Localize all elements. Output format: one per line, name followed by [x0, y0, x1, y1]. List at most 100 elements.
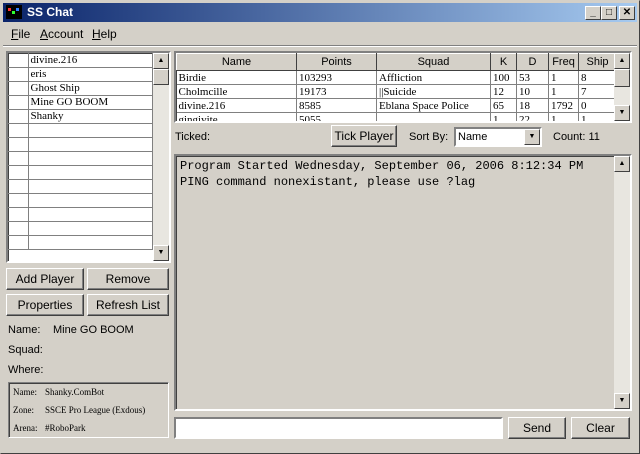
table-row[interactable]: gingivite 5055 1 22 1 1 — [176, 112, 617, 121]
properties-button[interactable]: Properties — [6, 294, 84, 316]
table-cell: 1 — [548, 112, 579, 121]
table-cell: 1 — [578, 112, 617, 121]
list-item[interactable]: divine.216 — [8, 53, 153, 68]
list-item[interactable] — [8, 165, 153, 180]
table-cell: ||Suicide — [376, 84, 491, 99]
list-item-marker — [8, 67, 29, 82]
maximize-button[interactable]: □ — [601, 6, 617, 20]
table-cell: 1 — [548, 70, 579, 85]
name-value: Mine GO BOOM — [53, 324, 134, 336]
minimize-button[interactable]: _ — [585, 6, 601, 20]
title-bar[interactable]: SS Chat _ □ ✕ — [3, 3, 637, 22]
log-scroll-up-arrow-icon[interactable]: ▲ — [614, 156, 630, 172]
table-cell: 8585 — [296, 98, 377, 113]
window-title: SS Chat — [27, 5, 74, 19]
scroll-thumb[interactable] — [153, 69, 169, 85]
where-label: Where: — [8, 364, 44, 376]
chevron-down-icon[interactable]: ▼ — [524, 129, 540, 145]
list-item[interactable] — [8, 179, 153, 194]
list-item-marker — [8, 221, 29, 236]
player-grid-scrollbar[interactable]: ▲ ▼ — [614, 53, 630, 121]
list-item-name — [28, 235, 153, 250]
log-scroll-down-arrow-icon[interactable]: ▼ — [614, 393, 630, 409]
log-line: Program Started Wednesday, September 06,… — [180, 159, 584, 173]
list-item[interactable] — [8, 193, 153, 208]
close-button[interactable]: ✕ — [619, 6, 635, 20]
menu-file[interactable]: File — [11, 27, 30, 41]
column-header[interactable]: Points — [296, 53, 377, 71]
list-item[interactable] — [8, 137, 153, 152]
list-item-name — [28, 123, 153, 138]
table-cell: 19173 — [296, 84, 377, 99]
list-item-name — [28, 179, 153, 194]
table-cell: 0 — [578, 98, 617, 113]
list-item[interactable] — [8, 207, 153, 222]
grid-scroll-down-arrow-icon[interactable]: ▼ — [614, 105, 630, 121]
sort-by-label: Sort By: — [409, 131, 449, 143]
menu-help[interactable]: Help — [92, 27, 117, 41]
player-list-table: divine.216 eris Ghost Ship Mine GO BOOM Shan… — [8, 53, 153, 250]
list-item-marker — [8, 235, 29, 250]
add-player-button[interactable]: Add Player — [6, 268, 84, 290]
list-item[interactable] — [8, 221, 153, 236]
column-header[interactable]: Freq — [548, 53, 579, 71]
sort-by-select[interactable]: Name ▼ — [454, 127, 542, 147]
list-item-marker — [8, 95, 29, 110]
list-item[interactable] — [8, 235, 153, 250]
sort-by-value: Name — [458, 131, 488, 143]
list-item[interactable]: Ghost Ship — [8, 81, 153, 96]
grid-scroll-up-arrow-icon[interactable]: ▲ — [614, 53, 630, 69]
player-list[interactable]: divine.216 eris Ghost Ship Mine GO BOOM Shan… — [6, 51, 171, 263]
list-item-marker — [8, 207, 29, 222]
table-cell: Cholmcille — [176, 84, 297, 99]
list-item-marker — [8, 53, 29, 68]
list-item[interactable] — [8, 151, 153, 166]
menu-separator — [3, 45, 637, 47]
grid-scroll-thumb[interactable] — [614, 69, 630, 87]
player-grid[interactable]: Name Points Squad K D Freq Ship Birdie 103293 Af… — [174, 51, 632, 123]
list-item-marker — [8, 179, 29, 194]
list-item-marker — [8, 81, 29, 96]
list-item[interactable] — [8, 123, 153, 138]
menu-account[interactable]: Account — [40, 27, 83, 41]
refresh-list-button[interactable]: Refresh List — [87, 294, 169, 316]
column-header[interactable]: Name — [176, 53, 297, 71]
list-item-marker — [8, 193, 29, 208]
list-item-name: divine.216 — [28, 53, 153, 68]
bot-arena-label: Arena: — [13, 423, 38, 433]
column-header[interactable]: Squad — [376, 53, 491, 71]
list-item-name — [28, 151, 153, 166]
table-row[interactable]: divine.216 8585 Eblana Space Police 65 18 179… — [176, 98, 617, 113]
clear-button[interactable]: Clear — [571, 417, 630, 439]
bot-arena-row: Arena: #RoboPark — [13, 423, 86, 433]
chat-log[interactable]: Program Started Wednesday, September 06,… — [174, 154, 632, 411]
chat-log-scrollbar[interactable]: ▲ ▼ — [614, 156, 630, 409]
list-item[interactable]: eris — [8, 67, 153, 82]
list-item[interactable]: Mine GO BOOM — [8, 95, 153, 110]
list-item-marker — [8, 123, 29, 138]
menu-file-rest: ile — [18, 27, 31, 41]
chat-input[interactable] — [174, 417, 503, 439]
tick-player-button[interactable]: Tick Player — [331, 125, 397, 147]
list-item-name — [28, 165, 153, 180]
table-cell: 7 — [578, 84, 617, 99]
remove-player-button[interactable]: Remove Player — [87, 268, 169, 306]
table-cell: 10 — [516, 84, 549, 99]
table-row[interactable]: Birdie 103293 Affliction 100 53 1 8 — [176, 70, 617, 85]
player-count: Count: 11 — [553, 131, 600, 143]
scroll-up-arrow-icon[interactable]: ▲ — [153, 53, 169, 69]
list-item-name: Mine GO BOOM — [28, 95, 153, 110]
list-item-name — [28, 137, 153, 152]
send-button[interactable]: Send — [508, 417, 566, 439]
scroll-down-arrow-icon[interactable]: ▼ — [153, 245, 169, 261]
table-cell: 100 — [490, 70, 517, 85]
column-header[interactable]: Ship — [578, 53, 617, 71]
table-row[interactable]: Cholmcille 19173 ||Suicide 12 10 1 7 — [176, 84, 617, 99]
column-header[interactable]: K — [490, 53, 517, 71]
table-cell: 8 — [578, 70, 617, 85]
player-grid-table: Name Points Squad K D Freq Ship Birdie 103293 Af… — [176, 53, 617, 121]
column-header[interactable]: D — [516, 53, 549, 71]
player-list-scrollbar[interactable]: ▲ ▼ — [153, 53, 169, 261]
table-cell: 22 — [516, 112, 549, 121]
list-item[interactable]: Shanky — [8, 109, 153, 124]
